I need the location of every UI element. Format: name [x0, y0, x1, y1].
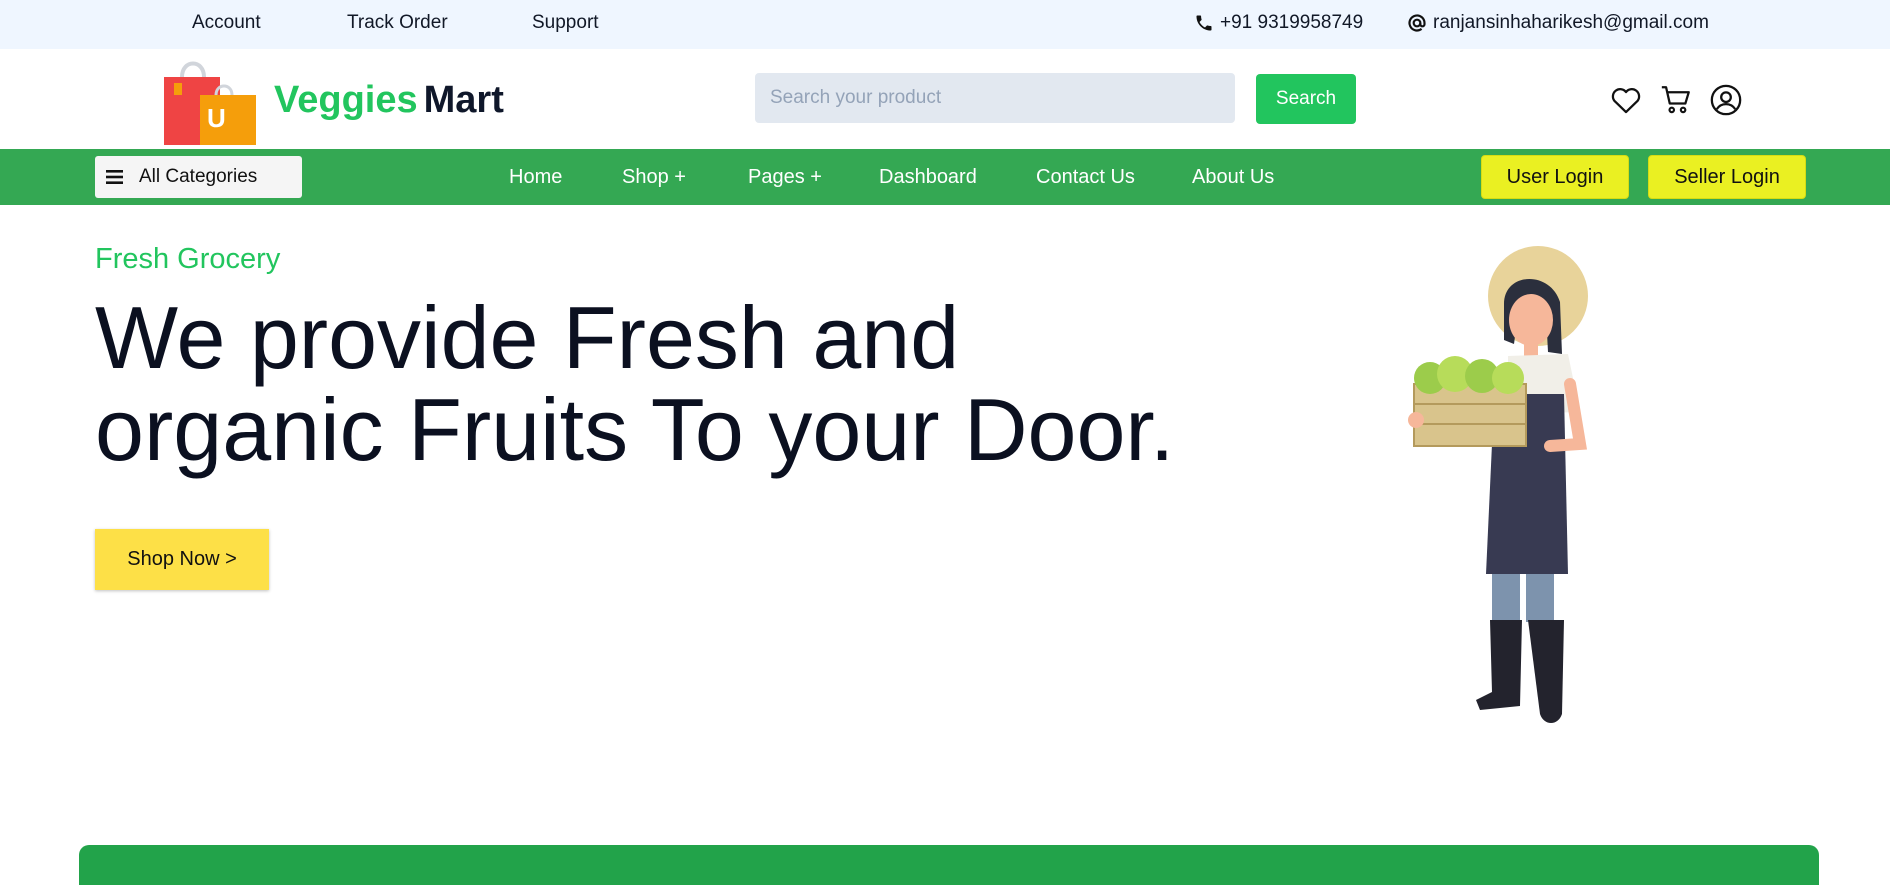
logo-badge: U [207, 103, 226, 133]
phone-contact: +91 9319958749 [1194, 12, 1363, 34]
nav-shop[interactable]: Shop + [622, 166, 686, 189]
cart-button[interactable] [1659, 83, 1693, 117]
main-nav: All Categories Home Shop + Pages + Dashb… [0, 149, 1890, 205]
bottom-banner [79, 845, 1819, 885]
wishlist-button[interactable] [1609, 83, 1643, 117]
email-contact: ranjansinhaharikesh@gmail.com [1407, 12, 1709, 34]
nav-pages[interactable]: Pages + [748, 166, 822, 189]
logo-wordmark[interactable]: Veggies Mart [274, 79, 504, 122]
hamburger-menu-icon [106, 170, 123, 184]
hero-headline-line-2: organic Fruits To your Door. [95, 380, 1175, 479]
phone-icon [1196, 15, 1212, 31]
all-categories-button[interactable]: All Categories [95, 156, 302, 198]
logo[interactable]: U [160, 55, 260, 147]
cart-icon [1661, 86, 1690, 114]
nav-about-us[interactable]: About Us [1192, 166, 1274, 189]
header: U Veggies Mart Search [0, 49, 1890, 149]
account-link[interactable]: Account [192, 12, 261, 34]
seller-login-button[interactable]: Seller Login [1648, 155, 1806, 199]
search-button[interactable]: Search [1256, 74, 1356, 124]
account-button[interactable] [1709, 83, 1743, 117]
user-icon [1710, 84, 1742, 116]
logo-word-veggies: Veggies [274, 79, 418, 121]
support-link[interactable]: Support [532, 12, 599, 34]
top-bar: Account Track Order Support +91 93199587… [0, 0, 1890, 49]
search-input[interactable] [755, 73, 1235, 123]
nav-dashboard[interactable]: Dashboard [879, 166, 977, 189]
track-order-link[interactable]: Track Order [347, 12, 448, 34]
hero-headline: We provide Fresh and organic Fruits To y… [95, 292, 1295, 476]
hero-eyebrow: Fresh Grocery [95, 243, 281, 275]
logo-word-mart: Mart [423, 79, 504, 121]
heart-icon [1611, 88, 1641, 114]
email-address: ranjansinhaharikesh@gmail.com [1433, 12, 1709, 33]
nav-home[interactable]: Home [509, 166, 562, 189]
phone-number: +91 9319958749 [1220, 12, 1364, 33]
all-categories-label: All Categories [139, 166, 258, 187]
shop-now-button[interactable]: Shop Now > [95, 529, 269, 590]
hero-headline-line-1: We provide Fresh and [95, 288, 960, 387]
user-login-button[interactable]: User Login [1481, 155, 1629, 199]
farmer-woman-illustration [1408, 246, 1588, 723]
at-icon [1408, 14, 1426, 32]
nav-contact-us[interactable]: Contact Us [1036, 166, 1135, 189]
